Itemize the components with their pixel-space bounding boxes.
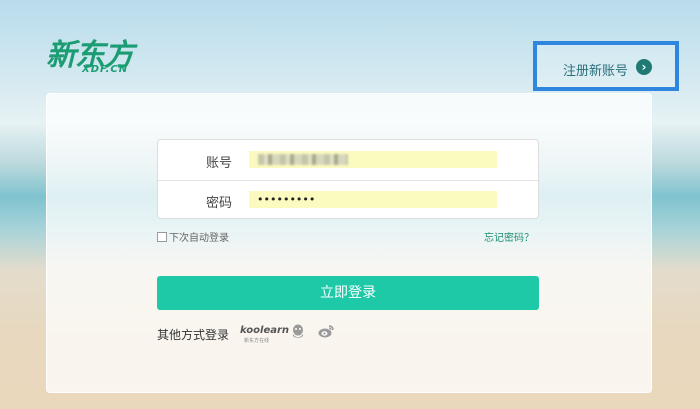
logo[interactable]: 新东方 XDF.CN (46, 30, 156, 78)
forgot-password-link[interactable]: 忘记密码？ (484, 229, 534, 244)
remember-label: 下次自动登录 (169, 233, 229, 244)
other-login-label: 其他方式登录 (157, 328, 230, 342)
username-label: 账号 (206, 156, 233, 171)
register-label: 注册新账号 (563, 64, 629, 79)
login-form: 账号 密码 (157, 139, 539, 219)
username-row: 账号 (158, 140, 538, 181)
koolearn-icon[interactable]: koolearn (240, 325, 289, 336)
password-label: 密码 (206, 196, 233, 211)
koolearn-subtitle: 新东方在线 (244, 338, 270, 344)
logo-text-en: XDF.CN (82, 64, 129, 75)
login-button[interactable]: 立即登录 (157, 276, 539, 310)
qq-icon[interactable] (291, 324, 305, 340)
weibo-icon[interactable] (318, 323, 334, 339)
remember-checkbox[interactable] (157, 231, 167, 242)
password-row: 密码 (158, 180, 538, 220)
login-panel (46, 93, 652, 393)
remember-me[interactable]: 下次自动登录 (157, 229, 229, 244)
username-masked-value (258, 154, 348, 165)
password-input[interactable] (249, 191, 497, 208)
register-button[interactable]: 注册新账号 › (533, 41, 679, 91)
arrow-right-icon: › (636, 59, 652, 75)
